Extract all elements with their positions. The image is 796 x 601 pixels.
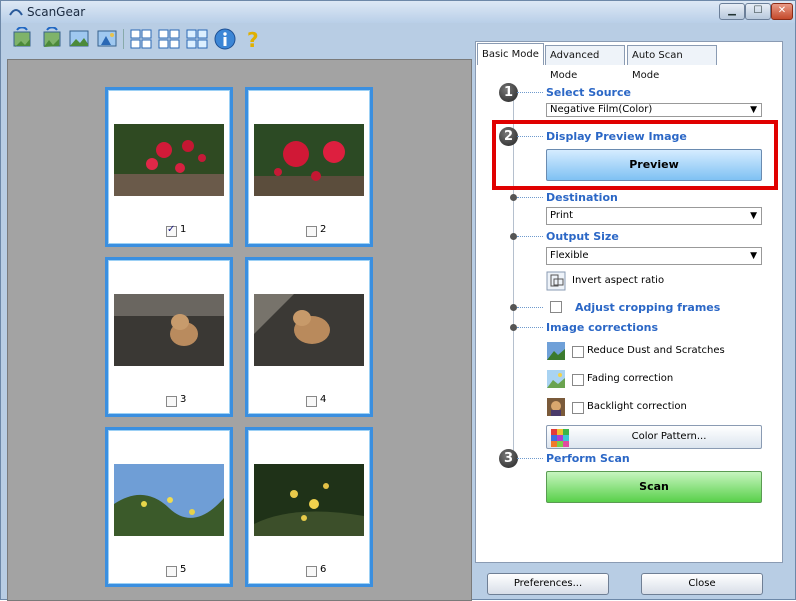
output-size-heading: Output Size xyxy=(546,230,619,243)
thumbnail-1[interactable]: 1 xyxy=(105,87,233,247)
thumbnail-label: 4 xyxy=(320,394,327,405)
chevron-down-icon: ▼ xyxy=(750,211,757,221)
thumbnail-checkbox[interactable] xyxy=(166,396,177,407)
step-connector xyxy=(517,236,543,237)
info-icon[interactable] xyxy=(213,27,237,51)
thumbnail-6[interactable]: 6 xyxy=(245,427,373,587)
rotate-left-icon[interactable] xyxy=(11,27,35,51)
image-corrections-heading: Image corrections xyxy=(546,321,659,334)
thumbnail-checkbox[interactable] xyxy=(306,396,317,407)
step-3-badge: 3 xyxy=(499,449,518,468)
step-connector xyxy=(517,327,543,328)
reduce-dust-checkbox[interactable] xyxy=(572,346,584,358)
invert-aspect-ratio-icon[interactable] xyxy=(546,271,566,291)
scangear-logo-icon xyxy=(9,9,23,16)
thumbnail-2[interactable]: 2 xyxy=(245,87,373,247)
tab-basic-mode[interactable]: Basic Mode xyxy=(477,43,544,65)
select-source-heading: Select Source xyxy=(546,86,631,99)
fading-correction-label: Fading correction xyxy=(587,373,674,384)
destination-heading: Destination xyxy=(546,191,618,204)
toolbar-separator xyxy=(123,29,124,49)
help-icon[interactable]: ? xyxy=(241,27,265,51)
close-window-button[interactable]: ✕ xyxy=(771,3,793,20)
window-title: ScanGear xyxy=(27,5,86,19)
rotate-right-icon[interactable] xyxy=(39,27,63,51)
scan-button[interactable]: Scan xyxy=(546,471,762,503)
thumbnail-area xyxy=(7,59,472,601)
source-select[interactable]: Negative Film(Color) ▼ xyxy=(546,103,762,117)
color-pattern-icon xyxy=(551,429,569,447)
step-1-badge: 1 xyxy=(499,83,518,102)
step-bullet xyxy=(510,194,517,201)
thumbnail-label: 5 xyxy=(180,564,187,575)
title-bar: ScanGear ▁ ☐ ✕ xyxy=(1,1,795,23)
fading-correction-checkbox[interactable] xyxy=(572,374,584,386)
backlight-correction-checkbox[interactable] xyxy=(572,402,584,414)
chevron-down-icon: ▼ xyxy=(750,105,757,115)
chevron-down-icon: ▼ xyxy=(750,251,757,261)
output-size-select[interactable]: Flexible ▼ xyxy=(546,247,762,265)
invert-icon[interactable] xyxy=(95,27,119,51)
reduce-dust-label: Reduce Dust and Scratches xyxy=(587,345,725,356)
scangear-window: ScanGear ▁ ☐ ✕ ? ✓ 1 2 3 4 5 6 Basic Mod… xyxy=(0,0,796,601)
thumbnail-label: 3 xyxy=(180,394,187,405)
thumbnail-photo xyxy=(114,294,224,366)
fading-correction-icon xyxy=(547,370,565,388)
preferences-button[interactable]: Preferences... xyxy=(487,573,609,595)
toolbar: ? xyxy=(7,25,467,55)
thumbnail-label: 1 xyxy=(180,224,187,235)
color-pattern-label: Color Pattern... xyxy=(631,431,707,442)
output-size-select-value: Flexible xyxy=(550,250,589,261)
thumbnail-checkbox[interactable] xyxy=(306,226,317,237)
thumbnail-photo xyxy=(254,294,364,366)
step-bullet xyxy=(510,324,517,331)
thumbnail-photo xyxy=(114,464,224,536)
destination-select[interactable]: Print ▼ xyxy=(546,207,762,225)
perform-scan-heading: Perform Scan xyxy=(546,452,630,465)
thumbnail-photo xyxy=(254,124,364,196)
thumbnail-checkbox[interactable] xyxy=(306,566,317,577)
close-button[interactable]: Close xyxy=(641,573,763,595)
source-select-value: Negative Film(Color) xyxy=(550,104,653,115)
thumbnail-photo xyxy=(114,124,224,196)
thumbnail-5[interactable]: 5 xyxy=(105,427,233,587)
thumbnail-checkbox[interactable] xyxy=(166,566,177,577)
thumbnail-checkbox[interactable] xyxy=(166,224,177,237)
maximize-icon: ☐ xyxy=(753,5,763,16)
minimize-icon: ▁ xyxy=(728,5,736,16)
step-connector xyxy=(517,307,543,308)
view-medium-icon[interactable] xyxy=(157,27,181,51)
auto-crop-icon[interactable] xyxy=(67,27,91,51)
view-small-icon[interactable] xyxy=(185,27,209,51)
destination-select-value: Print xyxy=(550,210,574,221)
backlight-correction-icon xyxy=(547,398,565,416)
thumbnail-4[interactable]: 4 xyxy=(245,257,373,417)
close-icon: ✕ xyxy=(777,5,787,16)
thumbnail-photo xyxy=(254,464,364,536)
adjust-cropping-checkbox[interactable] xyxy=(550,301,562,313)
invert-aspect-ratio-label: Invert aspect ratio xyxy=(572,275,665,286)
minimize-button[interactable]: ▁ xyxy=(719,3,745,20)
svg-text:?: ? xyxy=(247,28,259,51)
backlight-correction-label: Backlight correction xyxy=(587,401,687,412)
highlight-frame xyxy=(492,120,778,190)
color-pattern-button[interactable]: Color Pattern... xyxy=(546,425,762,449)
view-large-icon[interactable] xyxy=(129,27,153,51)
tab-advanced-mode[interactable]: Advanced Mode xyxy=(545,45,625,81)
reduce-dust-icon xyxy=(547,342,565,360)
tab-auto-scan-mode[interactable]: Auto Scan Mode xyxy=(627,45,717,81)
step-bullet xyxy=(510,233,517,240)
step-connector xyxy=(517,92,543,93)
step-connector xyxy=(517,197,543,198)
thumbnail-label: 2 xyxy=(320,224,327,235)
step-bullet xyxy=(510,304,517,311)
maximize-button[interactable]: ☐ xyxy=(745,3,771,20)
adjust-cropping-label: Adjust cropping frames xyxy=(575,301,721,314)
thumbnail-3[interactable]: 3 xyxy=(105,257,233,417)
step-connector xyxy=(517,458,543,459)
thumbnail-label: 6 xyxy=(320,564,327,575)
